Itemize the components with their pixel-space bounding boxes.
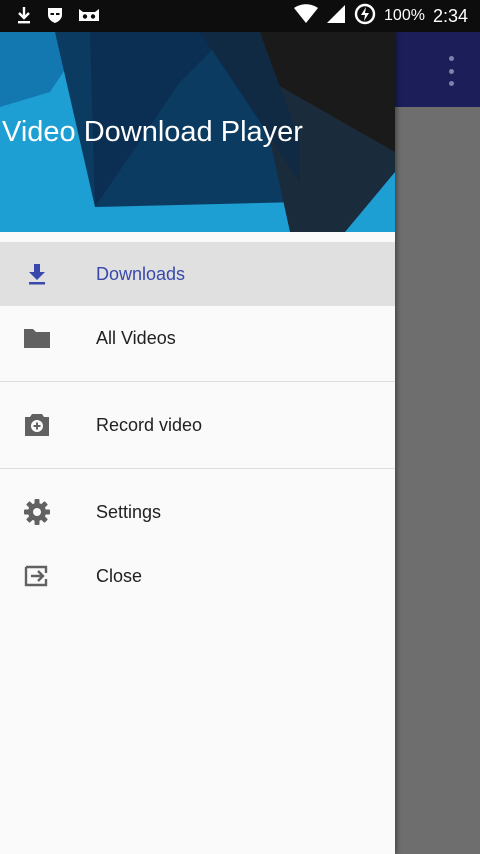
- privacy-mask-icon: [46, 6, 64, 29]
- camera-add-icon: [22, 410, 52, 440]
- battery-percent: 100%: [384, 7, 425, 24]
- cell-signal-icon: [326, 4, 346, 29]
- drawer-item-settings[interactable]: Settings: [0, 480, 395, 544]
- wifi-icon: [294, 3, 319, 29]
- drawer-item-label: Record video: [96, 414, 203, 435]
- download-notification-icon: [16, 6, 32, 29]
- cyanogen-bot-icon: [78, 6, 100, 29]
- battery-charging-icon: [354, 3, 376, 30]
- clock: 2:34: [432, 5, 468, 26]
- download-icon: [22, 259, 52, 289]
- drawer-menu: Downloads All Videos Record video Settin…: [0, 242, 395, 608]
- navigation-drawer: Video Download Player Downloads All Vide…: [0, 32, 395, 854]
- drawer-item-label: Close: [96, 565, 143, 586]
- divider: [0, 468, 395, 469]
- drawer-item-label: Settings: [96, 501, 162, 522]
- drawer-item-label: All Videos: [96, 327, 176, 348]
- drawer-item-close[interactable]: Close: [0, 544, 395, 608]
- drawer-item-label: Downloads: [96, 263, 186, 284]
- gear-icon: [22, 497, 52, 527]
- exit-icon: [22, 561, 52, 591]
- drawer-item-record-video[interactable]: Record video: [0, 393, 395, 457]
- status-bar: 100% 2:34: [0, 0, 480, 32]
- folder-icon: [22, 323, 52, 353]
- overflow-menu-icon[interactable]: [444, 56, 458, 86]
- app-title: Video Download Player: [2, 116, 303, 148]
- drawer-header: Video Download Player: [0, 32, 395, 232]
- drawer-item-all-videos[interactable]: All Videos: [0, 306, 395, 370]
- divider: [0, 381, 395, 382]
- drawer-item-downloads[interactable]: Downloads: [0, 242, 395, 306]
